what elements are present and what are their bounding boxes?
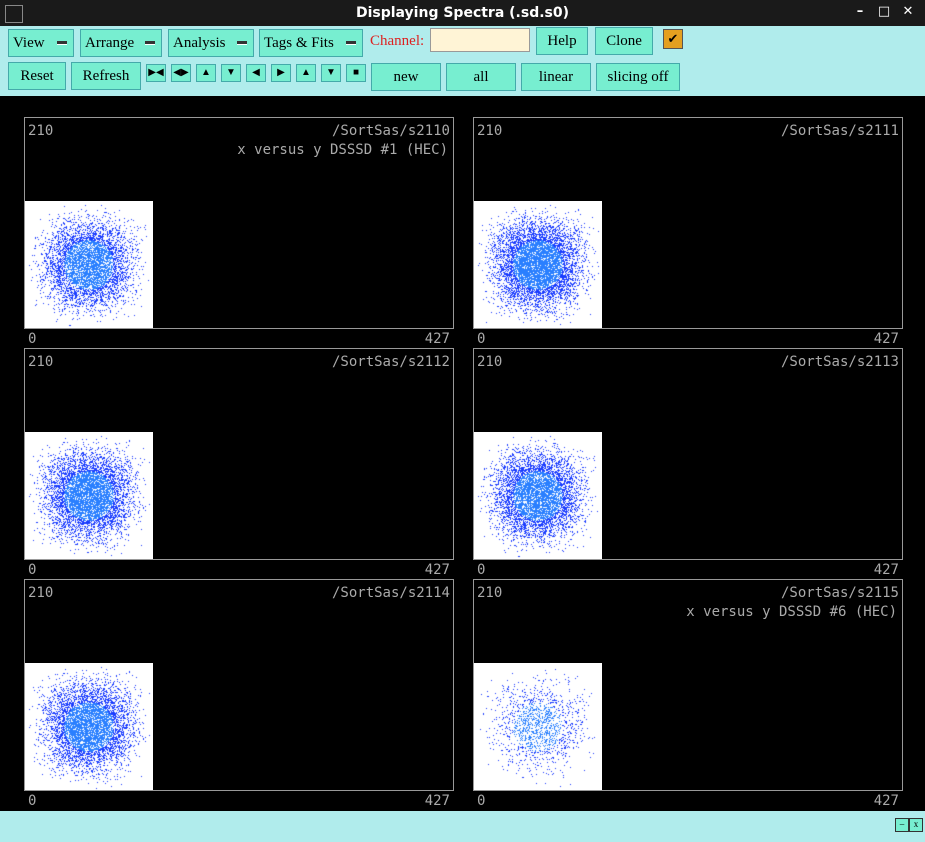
up-icon[interactable]: ▲	[296, 64, 316, 82]
spectrum-name: /SortSas/s2113	[780, 354, 899, 370]
plot-area: 210/SortSas/s2110 x versus y DSSSD #1 (HE…	[4, 97, 921, 811]
new-button[interactable]: new	[371, 63, 441, 91]
spectrum-plot[interactable]	[25, 201, 153, 328]
x-min-label: 0	[28, 331, 37, 347]
x-max-label: 427	[873, 562, 899, 578]
expand-h-icon[interactable]: ▶◀	[146, 64, 166, 82]
y-max-label: 210	[28, 123, 54, 139]
x-max-label: 427	[424, 331, 450, 347]
help-button[interactable]: Help	[536, 27, 588, 55]
spectrum-plot[interactable]	[474, 201, 602, 328]
spectrum-plot[interactable]	[474, 663, 602, 790]
menu-arrange-label: Arrange	[85, 35, 135, 51]
linear-button[interactable]: linear	[521, 63, 591, 91]
menu-tags-fits-label: Tags & Fits	[264, 35, 334, 51]
y-max-label: 210	[477, 354, 503, 370]
spectrum-plot[interactable]	[25, 663, 153, 790]
x-min-label: 0	[477, 562, 486, 578]
spectrum-name: /SortSas/s2114	[331, 585, 450, 601]
channel-input[interactable]	[430, 28, 530, 52]
spectrum-plot[interactable]	[25, 432, 153, 559]
slicing-button[interactable]: slicing off	[596, 63, 680, 91]
title-bar: Displaying Spectra (.sd.s0) – □ ✕	[0, 0, 925, 26]
x-max-label: 427	[424, 562, 450, 578]
expand-v-icon[interactable]: ▲	[196, 64, 216, 82]
check-icon[interactable]: ✔	[663, 29, 683, 49]
menu-view[interactable]: View	[8, 29, 74, 57]
spectrum-name: /SortSas/s2111	[780, 123, 899, 139]
spectrum-plot[interactable]	[474, 432, 602, 559]
channel-label: Channel:	[370, 33, 425, 49]
spectrum-pane[interactable]: 210/SortSas/s2110 x versus y DSSSD #1 (HE…	[24, 117, 454, 347]
right-icon[interactable]: ▶	[271, 64, 291, 82]
spectrum-name: /SortSas/s2115	[780, 585, 899, 601]
left-icon[interactable]: ◀	[246, 64, 266, 82]
full-icon[interactable]: ■	[346, 64, 366, 82]
spectrum-pane[interactable]: 210/SortSas/s2114 0 427	[24, 579, 454, 809]
x-max-label: 427	[424, 793, 450, 809]
close-icon[interactable]: ✕	[901, 4, 915, 19]
x-min-label: 0	[28, 562, 37, 578]
x-max-label: 427	[873, 331, 899, 347]
x-min-label: 0	[477, 331, 486, 347]
y-max-label: 210	[28, 585, 54, 601]
spectrum-pane[interactable]: 210/SortSas/s2111 0 427	[473, 117, 903, 347]
spectrum-subtitle: x versus y DSSSD #6 (HEC)	[686, 604, 897, 620]
minimize-icon[interactable]: –	[853, 4, 867, 19]
menu-analysis-label: Analysis	[173, 35, 226, 51]
menu-arrow-icon	[145, 41, 155, 45]
window-title: Displaying Spectra (.sd.s0)	[355, 5, 570, 21]
close-icon[interactable]: x	[909, 818, 923, 832]
menu-view-label: View	[13, 35, 45, 51]
window-controls: – □ ✕	[853, 4, 915, 19]
y-max-label: 210	[477, 123, 503, 139]
status-bar	[0, 811, 925, 842]
y-max-label: 210	[28, 354, 54, 370]
menu-analysis[interactable]: Analysis	[168, 29, 254, 57]
shrink-h-icon[interactable]: ◀▶	[171, 64, 191, 82]
menu-arrow-icon	[346, 41, 356, 45]
menu-tags-fits[interactable]: Tags & Fits	[259, 29, 363, 57]
spectrum-name: /SortSas/s2112	[331, 354, 450, 370]
spectrum-pane[interactable]: 210/SortSas/s2115 x versus y DSSSD #6 (HE…	[473, 579, 903, 809]
x-min-label: 0	[28, 793, 37, 809]
x-min-label: 0	[477, 793, 486, 809]
minimize-icon[interactable]: –	[895, 818, 909, 832]
maximize-icon[interactable]: □	[877, 4, 891, 19]
spectrum-pane[interactable]: 210/SortSas/s2113 0 427	[473, 348, 903, 578]
shrink-v-icon[interactable]: ▼	[221, 64, 241, 82]
spectrum-subtitle: x versus y DSSSD #1 (HEC)	[237, 142, 448, 158]
clone-button[interactable]: Clone	[595, 27, 653, 55]
x-max-label: 427	[873, 793, 899, 809]
menu-arrow-icon	[237, 41, 247, 45]
spectrum-name: /SortSas/s2110	[331, 123, 450, 139]
reset-button[interactable]: Reset	[8, 62, 66, 90]
all-button[interactable]: all	[446, 63, 516, 91]
spectrum-pane[interactable]: 210/SortSas/s2112 0 427	[24, 348, 454, 578]
y-max-label: 210	[477, 585, 503, 601]
refresh-button[interactable]: Refresh	[71, 62, 141, 90]
down-icon[interactable]: ▼	[321, 64, 341, 82]
menu-arrange[interactable]: Arrange	[80, 29, 162, 57]
menu-arrow-icon	[57, 41, 67, 45]
